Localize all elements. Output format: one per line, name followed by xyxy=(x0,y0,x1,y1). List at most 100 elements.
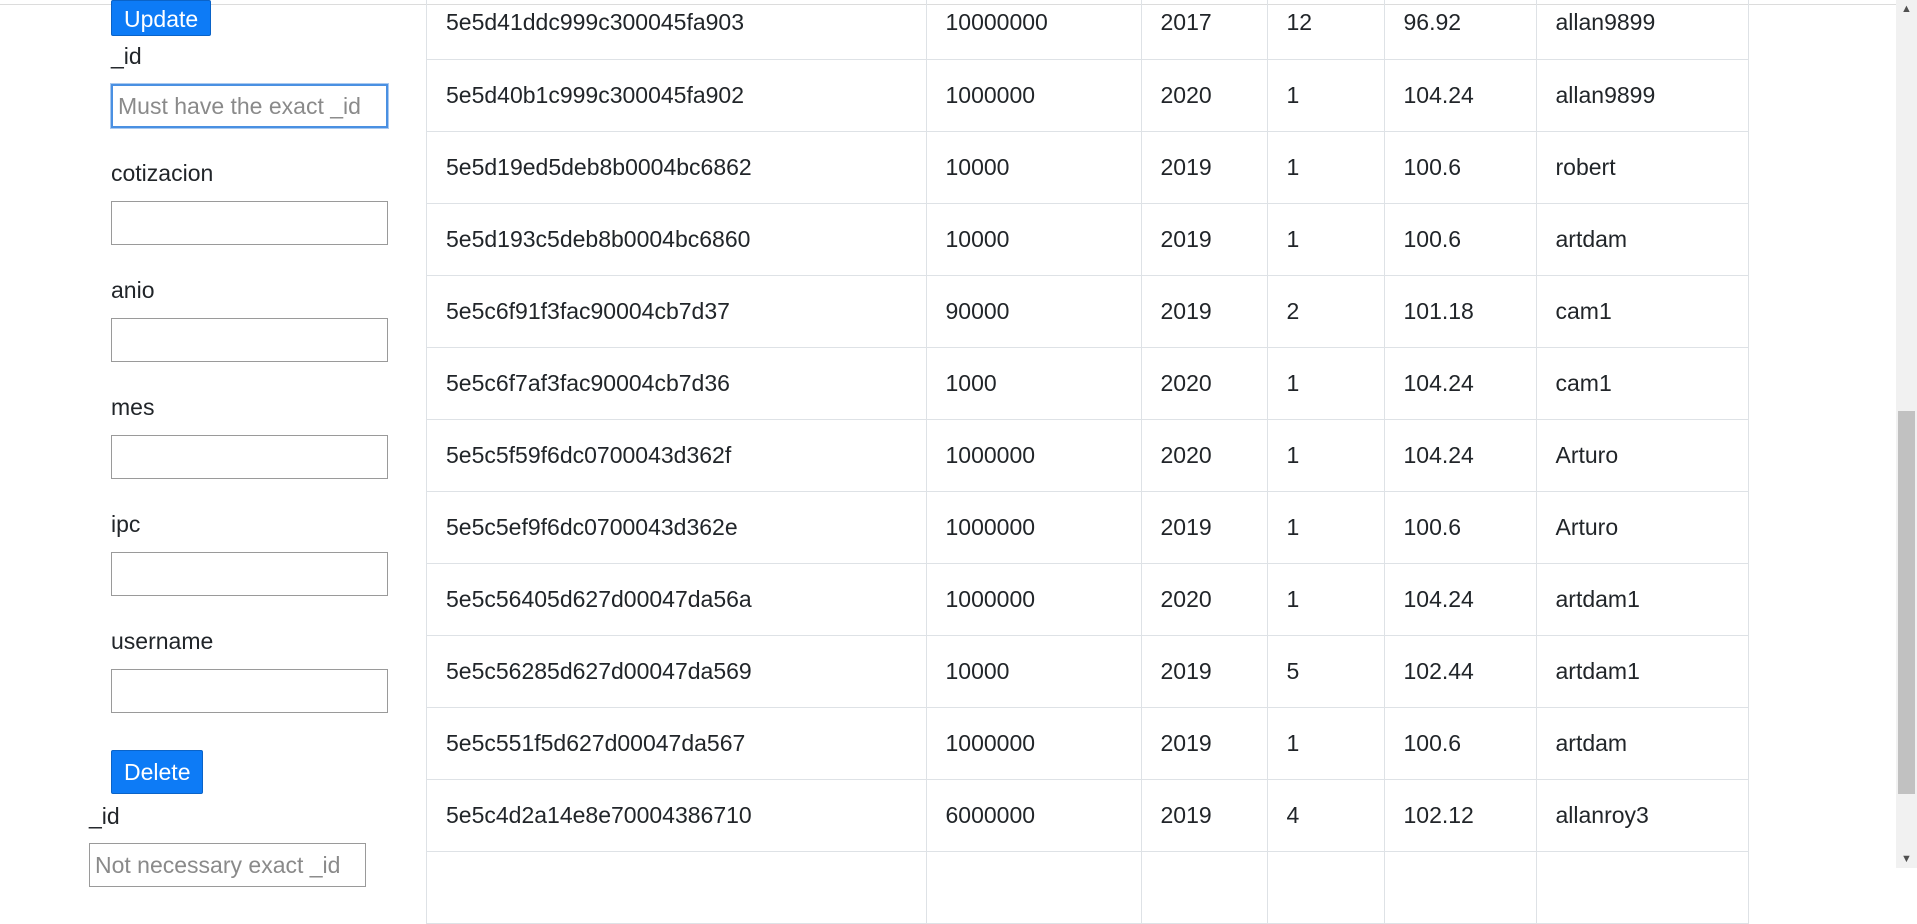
cotizacion-cell: 1000 xyxy=(926,347,1142,420)
update-button[interactable]: Update xyxy=(111,0,212,36)
id-cell: 5e5d19ed5deb8b0004bc6862 xyxy=(427,131,927,204)
id-cell: 5e5c4d2a14e8e70004386710 xyxy=(427,779,927,852)
ipc-cell: 100.6 xyxy=(1384,491,1537,564)
id-cell: 5e5c6f7af3fac90004cb7d36 xyxy=(427,347,927,420)
anio-cell: 2020 xyxy=(1141,347,1268,420)
id-cell: 5e5c5ef9f6dc0700043d362e xyxy=(427,491,927,564)
id-cell: 5e5c56405d627d00047da56a xyxy=(427,563,927,636)
id-cell: 5e5c551f5d627d00047da567 xyxy=(427,707,927,780)
mes-cell: 1 xyxy=(1267,347,1385,420)
delete-button[interactable]: Delete xyxy=(111,750,204,794)
records-table: 5e5d41ddc999c300045fa903 10000000 2017 12 96… xyxy=(426,0,1749,924)
mes-cell: 1 xyxy=(1267,419,1385,492)
anio-input[interactable] xyxy=(111,318,388,362)
ipc-cell: 100.6 xyxy=(1384,707,1537,780)
cotizacion-cell: 10000 xyxy=(926,203,1142,276)
anio-cell: 2019 xyxy=(1141,635,1268,708)
mes-cell: 1 xyxy=(1267,491,1385,564)
username-cell: allan9899 xyxy=(1536,0,1748,60)
username-cell: artdam xyxy=(1536,203,1748,276)
id-cell: 5e5d41ddc999c300045fa903 xyxy=(427,0,927,60)
cotizacion-cell: 90000 xyxy=(926,275,1142,348)
mes-cell: 1 xyxy=(1267,563,1385,636)
table-row: 5e5c56405d627d00047da56a 1000000 2020 1 104.… xyxy=(427,563,1748,636)
id-cell xyxy=(427,851,927,924)
username-cell: artdam xyxy=(1536,707,1748,780)
update-id-label: _id xyxy=(111,43,142,69)
vertical-scrollbar[interactable]: ▲ ▼ xyxy=(1896,0,1917,868)
anio-cell: 2019 xyxy=(1141,707,1268,780)
username-cell: artdam1 xyxy=(1536,635,1748,708)
scroll-up-arrow-icon[interactable]: ▲ xyxy=(1896,0,1917,18)
scroll-down-arrow-icon[interactable]: ▼ xyxy=(1896,850,1917,868)
table-row: 5e5d19ed5deb8b0004bc6862 10000 2019 1 100.6 r… xyxy=(427,131,1748,204)
table-row: 5e5c5f59f6dc0700043d362f 1000000 2020 1 104.… xyxy=(427,419,1748,492)
ipc-cell: 104.24 xyxy=(1384,59,1537,132)
mes-cell xyxy=(1267,851,1385,924)
anio-cell: 2020 xyxy=(1141,563,1268,636)
username-cell xyxy=(1536,851,1748,924)
username-input[interactable] xyxy=(111,669,388,713)
cotizacion-cell: 1000000 xyxy=(926,59,1142,132)
anio-cell xyxy=(1141,851,1268,924)
cotizacion-input[interactable] xyxy=(111,201,388,245)
ipc-label: ipc xyxy=(111,511,141,537)
cotizacion-cell: 6000000 xyxy=(926,779,1142,852)
cotizacion-cell: 10000 xyxy=(926,131,1142,204)
anio-cell: 2020 xyxy=(1141,419,1268,492)
id-cell: 5e5d40b1c999c300045fa902 xyxy=(427,59,927,132)
cotizacion-cell: 1000000 xyxy=(926,419,1142,492)
username-cell: Arturo xyxy=(1536,419,1748,492)
scrollbar-thumb[interactable] xyxy=(1898,411,1915,794)
username-label: username xyxy=(111,628,214,654)
mes-cell: 1 xyxy=(1267,707,1385,780)
mes-input[interactable] xyxy=(111,435,388,479)
username-cell: robert xyxy=(1536,131,1748,204)
anio-cell: 2020 xyxy=(1141,59,1268,132)
anio-cell: 2017 xyxy=(1141,0,1268,60)
table-row: 5e5c56285d627d00047da569 10000 2019 5 102.44… xyxy=(427,635,1748,708)
table-row: 5e5c5ef9f6dc0700043d362e 1000000 2019 1 100.… xyxy=(427,491,1748,564)
mes-cell: 1 xyxy=(1267,59,1385,132)
username-cell: cam1 xyxy=(1536,275,1748,348)
ipc-cell xyxy=(1384,851,1537,924)
table-row: 5e5c6f91f3fac90004cb7d37 90000 2019 2 101.18… xyxy=(427,275,1748,348)
mes-cell: 1 xyxy=(1267,131,1385,204)
mes-label: mes xyxy=(111,394,155,420)
anio-label: anio xyxy=(111,277,155,303)
table-row: 5e5d41ddc999c300045fa903 10000000 2017 12 96… xyxy=(427,0,1748,60)
ipc-cell: 104.24 xyxy=(1384,563,1537,636)
mes-cell: 1 xyxy=(1267,203,1385,276)
delete-id-input[interactable] xyxy=(89,843,366,887)
id-cell: 5e5c56285d627d00047da569 xyxy=(427,635,927,708)
ipc-cell: 104.24 xyxy=(1384,419,1537,492)
ipc-cell: 101.18 xyxy=(1384,275,1537,348)
mes-cell: 2 xyxy=(1267,275,1385,348)
anio-cell: 2019 xyxy=(1141,275,1268,348)
cotizacion-cell: 10000 xyxy=(926,635,1142,708)
ipc-input[interactable] xyxy=(111,552,388,596)
ipc-cell: 104.24 xyxy=(1384,347,1537,420)
delete-id-label: _id xyxy=(89,803,120,829)
cotizacion-cell xyxy=(926,851,1142,924)
ipc-cell: 100.6 xyxy=(1384,131,1537,204)
mes-cell: 5 xyxy=(1267,635,1385,708)
ipc-cell: 102.12 xyxy=(1384,779,1537,852)
username-cell: Arturo xyxy=(1536,491,1748,564)
cotizacion-cell: 10000000 xyxy=(926,0,1142,60)
anio-cell: 2019 xyxy=(1141,491,1268,564)
cotizacion-cell: 1000000 xyxy=(926,563,1142,636)
update-id-input[interactable] xyxy=(110,83,389,129)
username-cell: allanroy3 xyxy=(1536,779,1748,852)
username-cell: artdam1 xyxy=(1536,563,1748,636)
id-cell: 5e5c6f91f3fac90004cb7d37 xyxy=(427,275,927,348)
username-cell: allan9899 xyxy=(1536,59,1748,132)
ipc-cell: 102.44 xyxy=(1384,635,1537,708)
cotizacion-cell: 1000000 xyxy=(926,491,1142,564)
id-cell: 5e5c5f59f6dc0700043d362f xyxy=(427,419,927,492)
table-row: 5e5c551f5d627d00047da567 1000000 2019 1 100.… xyxy=(427,707,1748,780)
table-row: 5e5c6f7af3fac90004cb7d36 1000 2020 1 104.24 c… xyxy=(427,347,1748,420)
anio-cell: 2019 xyxy=(1141,131,1268,204)
ipc-cell: 100.6 xyxy=(1384,203,1537,276)
anio-cell: 2019 xyxy=(1141,779,1268,852)
